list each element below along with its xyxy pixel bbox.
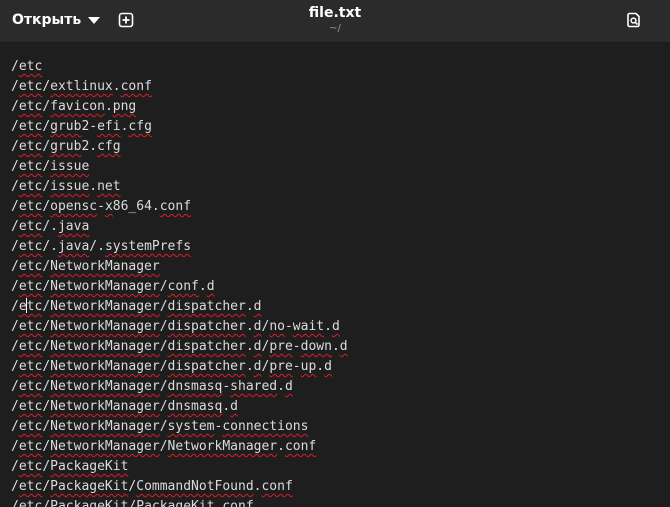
editor-line[interactable]: /etc/NetworkManager/conf.d (11, 277, 348, 297)
editor-line[interactable]: /etc/extlinux.conf (11, 77, 348, 97)
open-button[interactable]: Открыть (4, 6, 108, 34)
editor-line[interactable]: /etc/grub2-efi.cfg (11, 117, 348, 137)
editor-lines: /etc /etc/extlinux.conf /etc/favicon.png… (11, 57, 348, 507)
editor-line[interactable]: /etc/.java/.systemPrefs (11, 237, 348, 257)
save-button[interactable] (620, 6, 648, 34)
save-document-icon (627, 12, 640, 28)
headerbar: Открыть file.txt ~/ (0, 0, 670, 43)
window-subtitle: ~/ (329, 23, 341, 34)
editor-line[interactable]: /etc/NetworkManager (11, 257, 348, 277)
new-tab-button[interactable] (112, 6, 140, 34)
editor-line[interactable]: /etc/NetworkManager/dispatcher.d (11, 297, 348, 317)
text-editor-window: Открыть file.txt ~/ /etc /etc/extlinux.c… (0, 0, 670, 507)
editor-line[interactable]: /etc/favicon.png (11, 97, 348, 117)
editor-line[interactable]: /etc/NetworkManager/dispatcher.d/pre-dow… (11, 337, 348, 357)
editor-line[interactable]: /etc/NetworkManager/NetworkManager.conf (11, 437, 348, 457)
editor-line[interactable]: /etc/NetworkManager/dnsmasq.d (11, 397, 348, 417)
editor-line[interactable]: /etc/NetworkManager/dispatcher.d/pre-up.… (11, 357, 348, 377)
text-editor-area[interactable]: /etc /etc/extlinux.conf /etc/favicon.png… (0, 43, 670, 507)
editor-line[interactable]: /etc/NetworkManager/dispatcher.d/no-wait… (11, 317, 348, 337)
new-tab-icon (118, 12, 134, 28)
open-button-label: Открыть (12, 12, 82, 28)
editor-line[interactable]: /etc (11, 57, 348, 77)
editor-line[interactable]: /etc/PackageKit/PackageKit.conf (11, 497, 348, 507)
text-cursor (25, 298, 27, 313)
editor-line[interactable]: /etc/opensc-x86_64.conf (11, 197, 348, 217)
editor-line[interactable]: /etc/PackageKit (11, 457, 348, 477)
editor-line[interactable]: /etc/grub2.cfg (11, 137, 348, 157)
window-title-block: file.txt ~/ (235, 4, 435, 36)
editor-line[interactable]: /etc/NetworkManager/dnsmasq-shared.d (11, 377, 348, 397)
chevron-down-icon (88, 17, 101, 24)
window-title: file.txt (308, 5, 362, 21)
editor-line[interactable]: /etc/issue.net (11, 177, 348, 197)
editor-line[interactable]: /etc/issue (11, 157, 348, 177)
editor-line[interactable]: /etc/.java (11, 217, 348, 237)
editor-line[interactable]: /etc/PackageKit/CommandNotFound.conf (11, 477, 348, 497)
editor-line[interactable]: /etc/NetworkManager/system-connections (11, 417, 348, 437)
